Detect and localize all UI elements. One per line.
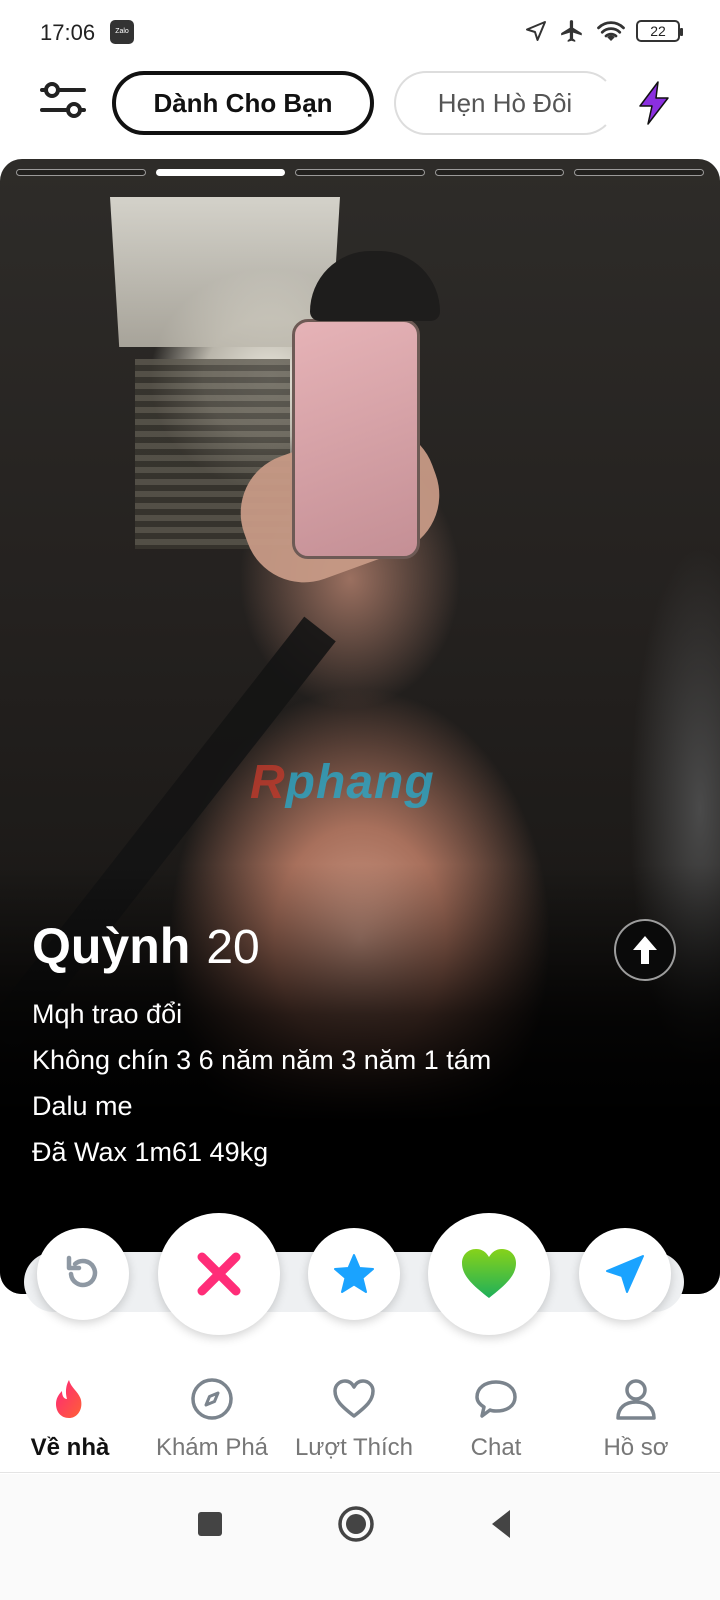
tab-double-date[interactable]: Hẹn Hò Đôi <box>394 71 616 135</box>
heart-outline-icon <box>333 1379 375 1418</box>
profile-name-row: Quỳnh 20 <box>32 917 260 975</box>
profile-icon <box>616 1379 656 1420</box>
home-icon[interactable] <box>334 1502 378 1546</box>
photo-indicator[interactable] <box>295 169 425 176</box>
profile-name: Quỳnh <box>32 918 191 974</box>
back-icon[interactable] <box>480 1502 524 1546</box>
nav-profile[interactable]: Hồ sơ <box>566 1368 706 1473</box>
nav-explore-label: Khám Phá <box>155 1434 269 1461</box>
watermark: Rphang <box>250 756 435 809</box>
photo-progress <box>16 169 704 176</box>
top-header: Dành Cho Bạn Hẹn Hò Đôi <box>0 62 720 142</box>
super-like-button[interactable] <box>308 1228 400 1320</box>
bio-line: Đã Wax 1m61 49kg <box>32 1137 269 1167</box>
heart-icon <box>462 1249 516 1298</box>
photo-indicator[interactable] <box>574 169 704 176</box>
system-nav-bar <box>0 1474 720 1600</box>
bio-line: Dalu me <box>32 1091 133 1121</box>
battery-icon: 22 <box>636 20 683 42</box>
location-icon <box>526 21 546 41</box>
airplane-icon <box>561 20 582 42</box>
nav-likes-label: Lượt Thích <box>294 1434 414 1461</box>
like-button[interactable] <box>428 1213 550 1335</box>
compass-icon <box>191 1378 233 1420</box>
nav-home[interactable]: Về nhà <box>0 1368 140 1473</box>
nav-likes[interactable]: Lượt Thích <box>284 1368 424 1473</box>
nav-chat[interactable]: Chat <box>426 1368 566 1473</box>
x-icon <box>197 1252 241 1296</box>
nav-chat-label: Chat <box>470 1434 522 1461</box>
status-bar: 17:06 Zalo 22 <box>0 0 720 70</box>
status-time: 17:06 <box>40 20 96 45</box>
open-profile-button[interactable] <box>614 919 676 981</box>
send-icon <box>606 1255 644 1293</box>
photo-indicator-active[interactable] <box>155 169 286 176</box>
bolt-icon[interactable] <box>636 80 672 126</box>
bottom-nav: Về nhà Khám Phá Lượt Thích Chat Hồ sơ <box>0 1368 720 1473</box>
photo-indicator[interactable] <box>16 169 146 176</box>
status-icons: 22 <box>524 18 683 44</box>
profile-age: 20 <box>206 921 260 974</box>
profile-card[interactable]: Rphang Quỳnh 20 Mqh trao đổi Không chín … <box>0 159 720 1294</box>
profile-bio: Mqh trao đổi Không chín 3 6 năm năm 3 nă… <box>32 991 491 1175</box>
nope-button[interactable] <box>158 1213 280 1335</box>
rewind-icon <box>66 1255 98 1288</box>
rewind-button[interactable] <box>37 1228 129 1320</box>
nav-explore[interactable]: Khám Phá <box>142 1368 282 1473</box>
flame-icon <box>56 1380 82 1418</box>
arrow-up-icon <box>633 936 657 964</box>
zalo-notification-icon: Zalo <box>110 20 134 44</box>
photo-indicator[interactable] <box>434 169 565 176</box>
star-icon <box>334 1254 374 1293</box>
nav-home-label: Về nhà <box>30 1434 110 1461</box>
bio-line: Không chín 3 6 năm năm 3 năm 1 tám <box>32 1045 492 1075</box>
send-button[interactable] <box>579 1228 671 1320</box>
recents-icon[interactable] <box>188 1502 232 1546</box>
bio-line: Mqh trao đổi <box>32 999 183 1029</box>
sliders-icon[interactable] <box>38 78 88 122</box>
wifi-icon <box>597 21 625 41</box>
app-root: 17:06 Zalo 22 Dành Cho Bạn Hẹn Hò Đôi Rp… <box>0 0 720 1600</box>
nav-profile-label: Hồ sơ <box>603 1434 669 1461</box>
chat-bubble-icon <box>475 1380 517 1418</box>
photo-phone <box>292 319 420 559</box>
tab-for-you[interactable]: Dành Cho Bạn <box>112 71 374 135</box>
